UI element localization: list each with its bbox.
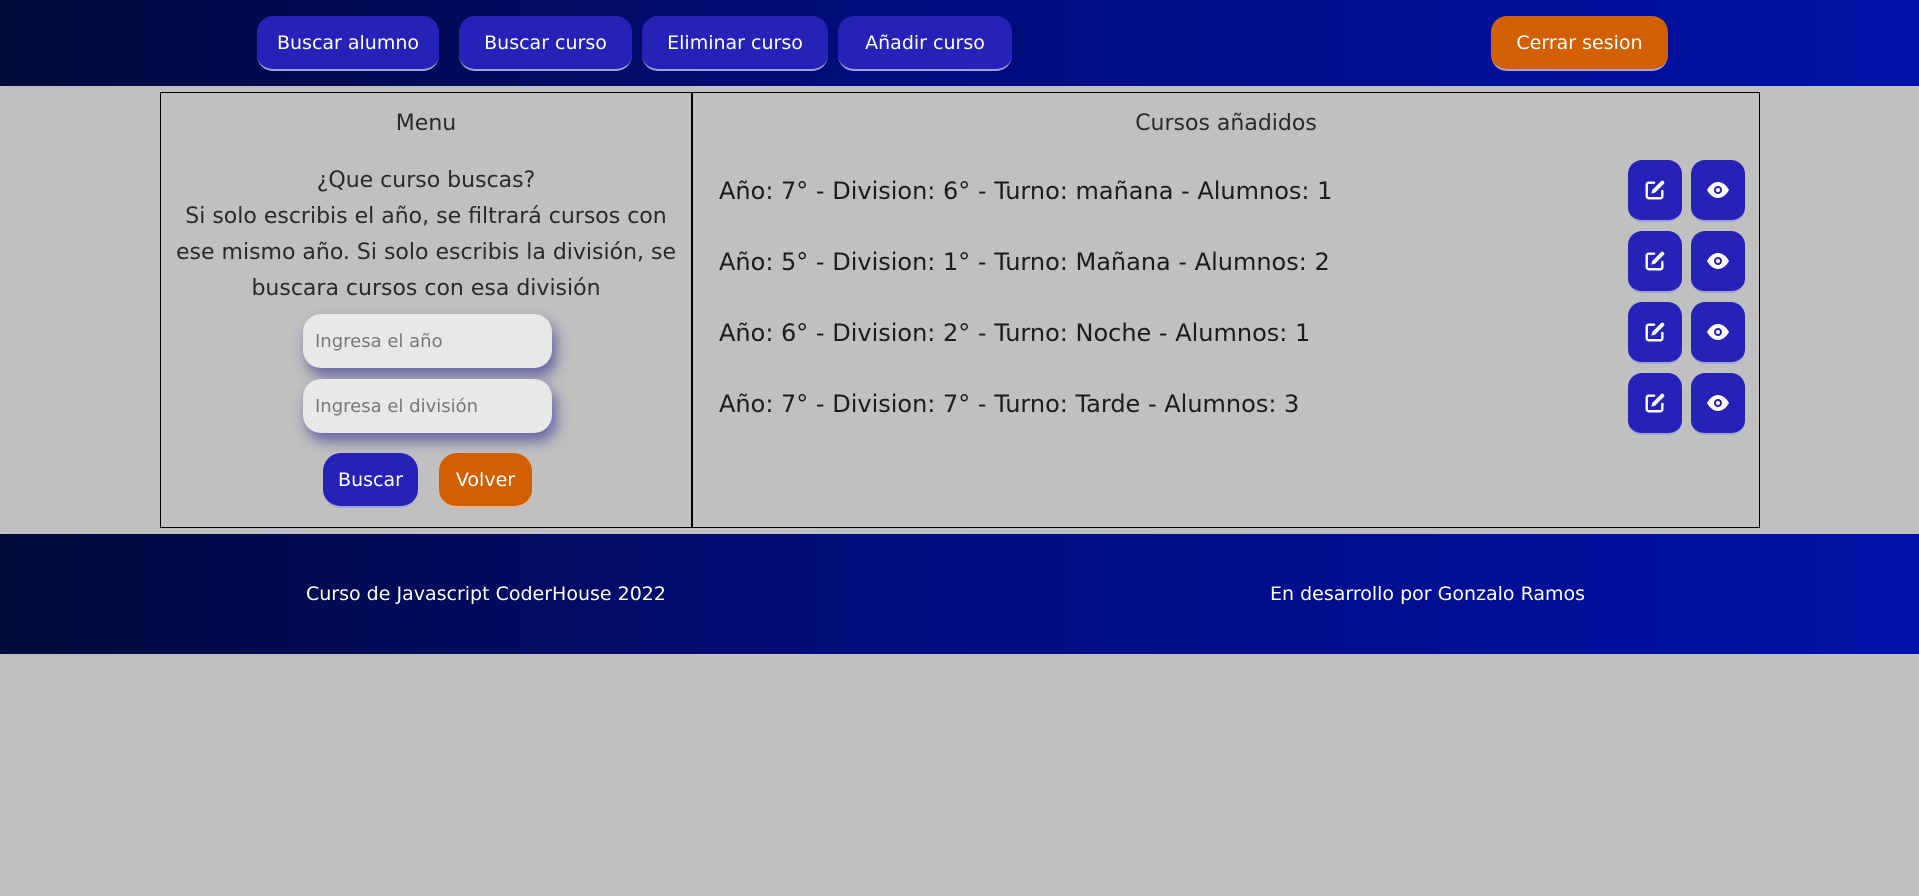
top-navbar: Buscar alumno Buscar curso Eliminar curs… — [0, 0, 1919, 86]
course-row: Año: 5° - Division: 1° - Turno: Mañana -… — [693, 231, 1759, 293]
view-course-button[interactable] — [1691, 373, 1745, 435]
course-row: Año: 7° - Division: 7° - Turno: Tarde - … — [693, 373, 1759, 435]
footer-course-credit: Curso de Javascript CoderHouse 2022 — [306, 583, 666, 605]
page-footer: Curso de Javascript CoderHouse 2022 En d… — [0, 534, 1919, 654]
year-input[interactable] — [303, 314, 552, 368]
search-button[interactable]: Buscar — [323, 453, 418, 508]
menu-help-text: Si solo escribis el año, se filtrará cur… — [176, 204, 676, 301]
edit-course-button[interactable] — [1628, 302, 1682, 364]
courses-panel: Cursos añadidos Año: 7° - Division: 6° -… — [692, 92, 1760, 528]
edit-course-button[interactable] — [1628, 160, 1682, 222]
edit-course-button[interactable] — [1628, 373, 1682, 435]
view-course-button[interactable] — [1691, 231, 1745, 293]
eye-icon — [1707, 395, 1729, 411]
course-description: Año: 6° - Division: 2° - Turno: Noche - … — [719, 319, 1311, 347]
back-button[interactable]: Volver — [439, 453, 532, 508]
menu-title: Menu — [395, 111, 457, 136]
footer-author-credit: En desarrollo por Gonzalo Ramos — [1270, 583, 1586, 605]
edit-icon — [1645, 251, 1665, 271]
edit-course-button[interactable] — [1628, 231, 1682, 293]
view-course-button[interactable] — [1691, 302, 1745, 364]
course-row: Año: 7° - Division: 6° - Turno: mañana -… — [693, 160, 1759, 222]
edit-icon — [1645, 180, 1665, 200]
nav-buscar-alumno-button[interactable]: Buscar alumno — [257, 16, 439, 71]
nav-buscar-curso-button[interactable]: Buscar curso — [459, 16, 632, 71]
course-description: Año: 7° - Division: 6° - Turno: mañana -… — [719, 177, 1333, 205]
logout-button[interactable]: Cerrar sesion — [1491, 16, 1668, 71]
search-menu-panel: Menu ¿Que curso buscas? Si solo escribis… — [160, 92, 693, 528]
view-course-button[interactable] — [1691, 160, 1745, 222]
course-description: Año: 5° - Division: 1° - Turno: Mañana -… — [719, 248, 1330, 276]
courses-title: Cursos añadidos — [1135, 111, 1317, 136]
menu-instructions: ¿Que curso buscas? Si solo escribis el a… — [173, 163, 679, 307]
edit-icon — [1645, 393, 1665, 413]
edit-icon — [1645, 322, 1665, 342]
nav-anadir-curso-button[interactable]: Añadir curso — [838, 16, 1012, 71]
eye-icon — [1707, 182, 1729, 198]
nav-eliminar-curso-button[interactable]: Eliminar curso — [642, 16, 828, 71]
eye-icon — [1707, 253, 1729, 269]
menu-question: ¿Que curso buscas? — [316, 168, 536, 193]
course-description: Año: 7° - Division: 7° - Turno: Tarde - … — [719, 390, 1300, 418]
division-input[interactable] — [303, 379, 552, 433]
course-row: Año: 6° - Division: 2° - Turno: Noche - … — [693, 302, 1759, 364]
eye-icon — [1707, 324, 1729, 340]
